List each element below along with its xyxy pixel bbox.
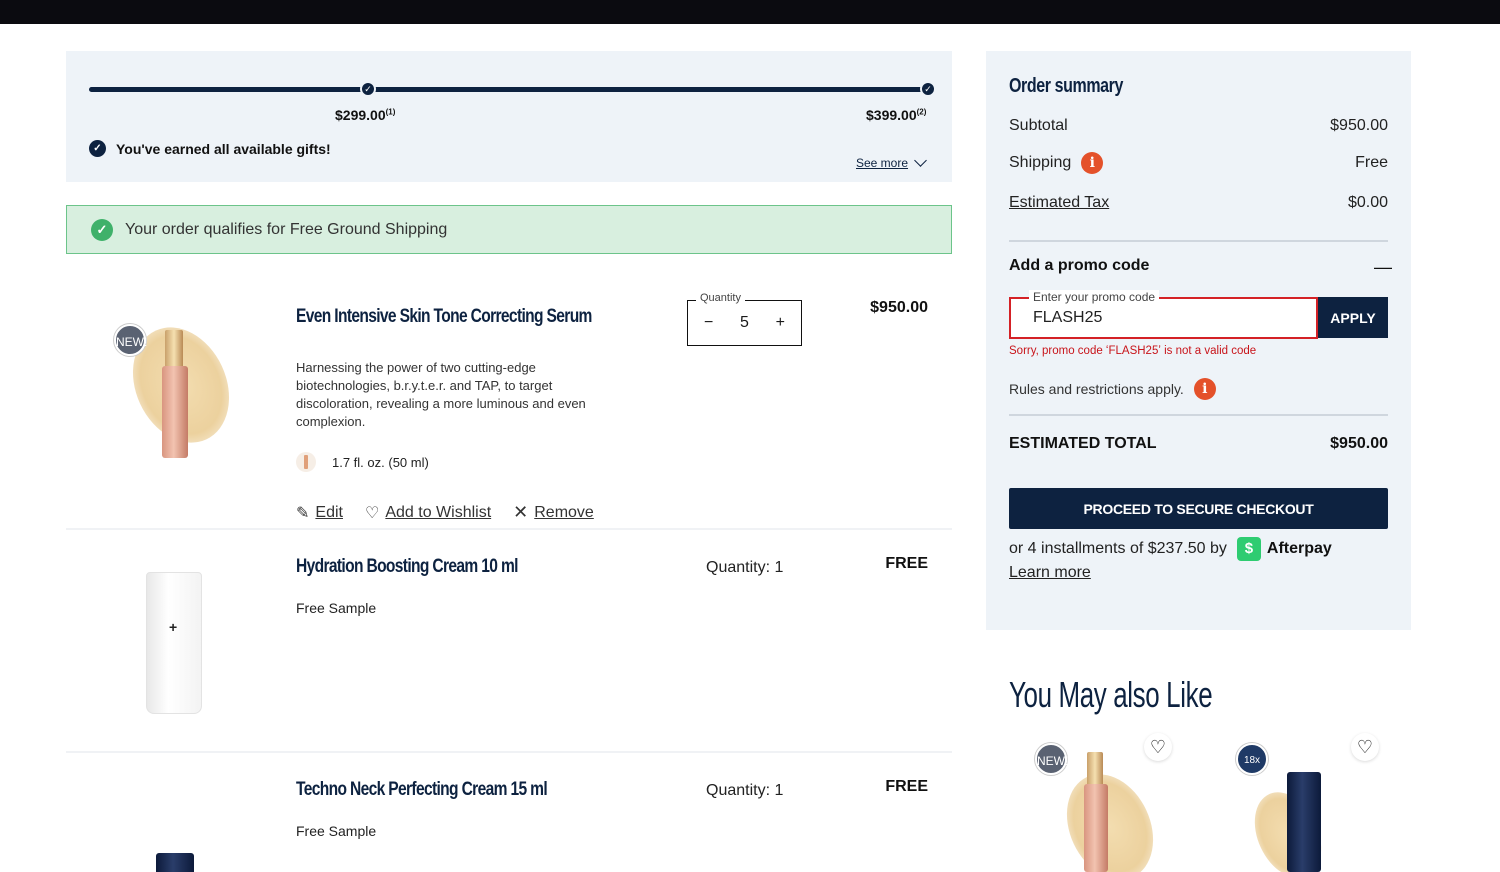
rules-text: Rules and restrictions apply. — [1009, 381, 1184, 397]
promo-code-title: Add a promo code — [1009, 257, 1150, 274]
plus-mark-icon: + — [169, 619, 178, 635]
top-bar — [0, 0, 1500, 24]
subtotal-row: Subtotal $950.00 — [1009, 117, 1388, 135]
tier2-price: $399.00(2) — [866, 107, 927, 123]
check-circle-icon: ✓ — [91, 218, 113, 241]
cart-item: + Hydration Boosting Cream 10 ml Free Sa… — [66, 532, 952, 750]
item-price: FREE — [885, 778, 928, 795]
estimated-total-row: ESTIMATED TOTAL $950.00 — [1009, 435, 1388, 453]
promo-code-legend: Enter your promo code — [1029, 290, 1160, 304]
tax-row: Estimated Tax $0.00 — [1009, 194, 1388, 212]
apply-promo-button[interactable]: APPLY — [1318, 297, 1388, 338]
quantity-value[interactable]: 5 — [740, 314, 749, 332]
quantity-decrease-button[interactable]: − — [699, 314, 719, 332]
remove-label: Remove — [534, 503, 594, 521]
afterpay-text: or 4 installments of $237.50 by — [1009, 540, 1227, 557]
see-more-label: See more — [856, 156, 909, 170]
summary-divider — [1009, 240, 1388, 242]
x-icon: ✕ — [513, 502, 529, 522]
item-price: $950.00 — [870, 299, 928, 316]
tier1-price: $299.00(1) — [335, 107, 396, 123]
size-label: 1.7 fl. oz. (50 ml) — [332, 454, 429, 470]
proceed-to-checkout-button[interactable]: PROCEED TO SECURE CHECKOUT — [1009, 488, 1388, 529]
item-divider — [66, 528, 952, 530]
check-circle-icon: ✓ — [89, 140, 106, 157]
tier2-check-icon: ✓ — [920, 81, 936, 97]
product-image[interactable] — [162, 366, 188, 458]
product-size: 1.7 fl. oz. (50 ml) — [296, 452, 429, 472]
quantity-legend: Quantity — [696, 292, 745, 304]
tier1-check-icon: ✓ — [360, 81, 376, 97]
estimated-tax-link[interactable]: Estimated Tax — [1009, 194, 1109, 212]
afterpay-message: or 4 installments of $237.50 by $ Afterp… — [1009, 537, 1388, 585]
subtotal-value: $950.00 — [1330, 117, 1388, 134]
product-name[interactable]: Hydration Boosting Cream 10 ml — [296, 556, 519, 578]
shipping-row: Shipping i Free — [1009, 152, 1388, 174]
product-subtitle: Free Sample — [296, 823, 377, 839]
product-image[interactable] — [156, 853, 194, 872]
gifts-earned-text: You've earned all available gifts! — [116, 140, 331, 157]
free-shipping-banner: ✓ Your order qualifies for Free Ground S… — [66, 205, 952, 254]
order-summary-panel: Order summary Subtotal $950.00 Shipping … — [986, 51, 1411, 630]
new-badge: NEW! — [114, 324, 147, 356]
item-actions: ✎ Edit ♡ Add to Wishlist ✕ Remove — [296, 502, 594, 523]
estimated-total-label: ESTIMATED TOTAL — [1009, 435, 1157, 452]
shipping-value: Free — [1355, 154, 1388, 171]
info-icon[interactable]: i — [1193, 378, 1216, 400]
promo-collapse-button[interactable]: — — [1374, 257, 1392, 278]
summary-divider — [1009, 414, 1388, 416]
product-image[interactable] — [146, 572, 202, 714]
remove-link[interactable]: ✕ Remove — [513, 502, 594, 523]
product-cap — [165, 330, 183, 366]
wishlist-label: Add to Wishlist — [385, 503, 492, 521]
promo-code-input[interactable] — [1033, 309, 1303, 327]
afterpay-brand: Afterpay — [1266, 540, 1332, 557]
item-price: FREE — [885, 555, 928, 572]
pencil-icon: ✎ — [296, 504, 310, 522]
gifts-earned-message: ✓ You've earned all available gifts! — [89, 140, 331, 157]
promo-error-message: Sorry, promo code ʻFLASH25ʼ is not a val… — [1009, 345, 1257, 357]
afterpay-icon: $ — [1236, 537, 1261, 561]
info-icon[interactable]: i — [1081, 152, 1104, 174]
product-description: Harnessing the power of two cutting-edge… — [296, 360, 586, 429]
product-subtitle: Free Sample — [296, 600, 377, 616]
product-image[interactable] — [1084, 784, 1108, 872]
order-summary-title: Order summary — [1009, 75, 1123, 97]
product-swatch — [1050, 760, 1170, 872]
quantity-text: Quantity: 1 — [706, 782, 784, 799]
gift-progress-track — [89, 87, 929, 92]
subtotal-label: Subtotal — [1009, 117, 1068, 134]
shipping-label: Shipping — [1009, 154, 1072, 171]
quantity-increase-button[interactable]: + — [770, 314, 790, 332]
quantity-text: Quantity: 1 — [706, 559, 784, 576]
learn-more-link[interactable]: Learn more — [1009, 561, 1388, 585]
item-divider — [66, 751, 952, 753]
feature-badge: 18x — [1236, 743, 1268, 775]
tax-value: $0.00 — [1347, 194, 1388, 211]
wishlist-heart-icon[interactable]: ♡ — [1144, 733, 1172, 761]
see-more-link[interactable]: See more — [856, 154, 927, 170]
recommendations-title: You May also Like — [1009, 674, 1213, 715]
free-shipping-text: Your order qualifies for Free Ground Shi… — [125, 220, 448, 238]
product-cap — [1087, 752, 1103, 784]
product-image[interactable] — [1287, 772, 1321, 872]
size-thumbnail-icon — [296, 452, 316, 472]
chevron-down-icon — [914, 154, 927, 167]
edit-label: Edit — [315, 503, 343, 521]
promo-code-field: Enter your promo code — [1009, 290, 1318, 339]
cart-item: NEW! Even Intensive Skin Tone Correcting… — [66, 270, 952, 528]
gift-progress-panel: ✓ ✓ $299.00(1) $399.00(2) ✓ You've earne… — [66, 51, 952, 182]
afterpay-logo: $ Afterpay — [1236, 537, 1332, 561]
new-badge: NEW! — [1035, 743, 1068, 775]
product-name[interactable]: Techno Neck Perfecting Cream 15 ml — [296, 779, 548, 801]
rules-row: Rules and restrictions apply. i — [1009, 378, 1216, 400]
heart-icon: ♡ — [364, 504, 380, 522]
estimated-total-value: $950.00 — [1330, 435, 1388, 452]
cart-item: Techno Neck Perfecting Cream 15 ml Free … — [66, 755, 952, 872]
quantity-stepper: Quantity − 5 + — [687, 292, 802, 346]
add-to-wishlist-link[interactable]: ♡ Add to Wishlist — [365, 502, 491, 523]
edit-link[interactable]: ✎ Edit — [296, 502, 343, 523]
wishlist-heart-icon[interactable]: ♡ — [1351, 733, 1379, 761]
product-name[interactable]: Even Intensive Skin Tone Correcting Seru… — [296, 306, 592, 328]
